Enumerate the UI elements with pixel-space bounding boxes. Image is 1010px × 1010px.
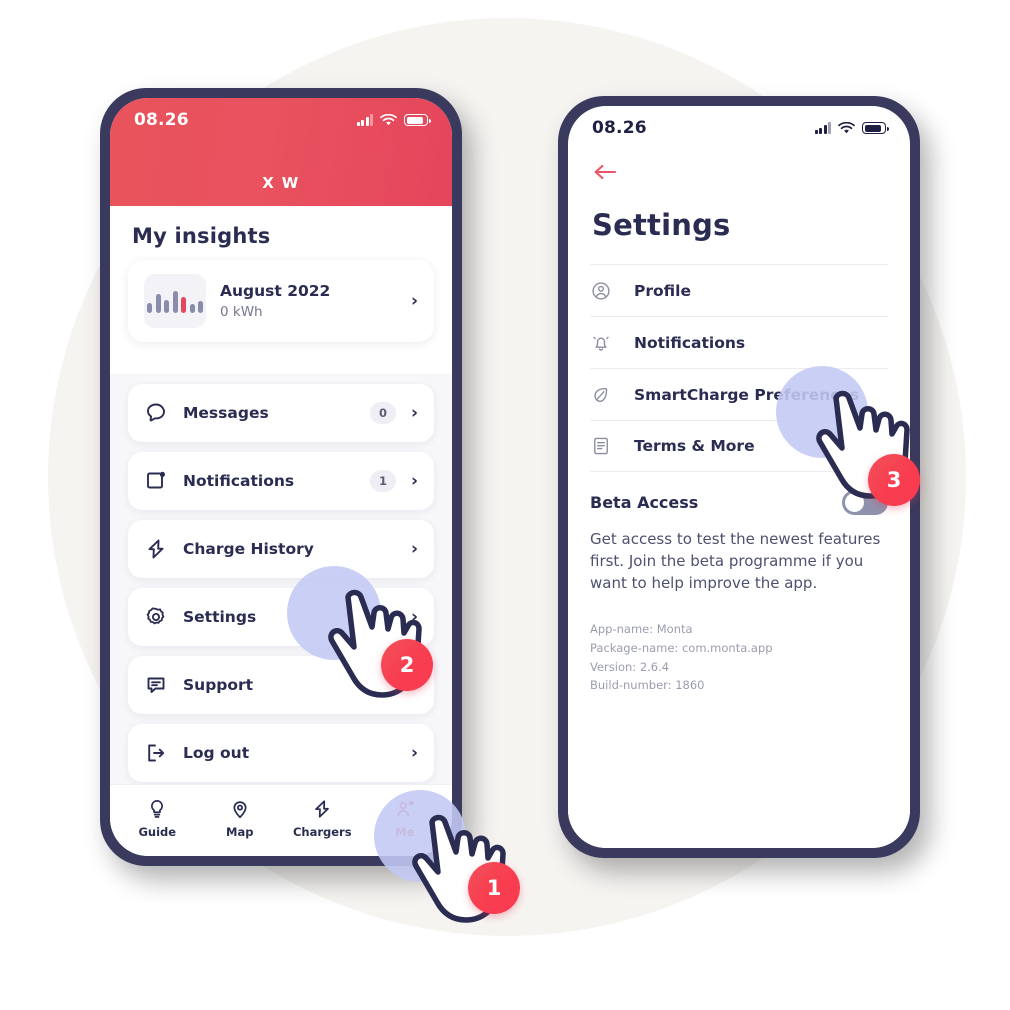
notification-icon: [147, 471, 165, 489]
menu-item-charge-history[interactable]: Charge History ›: [128, 520, 434, 578]
beta-access-label: Beta Access: [590, 493, 699, 512]
status-time: 08.26: [134, 110, 189, 130]
header-title: X W: [262, 174, 300, 192]
signal-bars-icon: [356, 114, 373, 126]
document-icon: [594, 437, 608, 455]
app-name: App-name: Monta: [590, 622, 693, 637]
main-menu-list: Messages 0 › Notifications 1 › Charge Hi…: [110, 374, 452, 782]
chevron-right-icon: ›: [410, 402, 418, 423]
gear-icon: [146, 607, 165, 625]
menu-item-badge: 1: [369, 470, 396, 492]
message-icon: [147, 403, 165, 422]
chevron-right-icon: ›: [410, 290, 418, 311]
chevron-right-icon: ›: [410, 538, 418, 559]
menu-item-label: Log out: [183, 744, 250, 762]
insights-section: August 2022 0 kWh ›: [110, 260, 452, 360]
menu-item-label: Notifications: [183, 472, 295, 490]
insight-card[interactable]: August 2022 0 kWh ›: [128, 260, 434, 342]
page-title: My insights: [110, 206, 452, 260]
menu-item-messages[interactable]: Messages 0 ›: [128, 384, 434, 442]
status-icons: [356, 113, 431, 127]
menu-item-badge: 0: [369, 402, 396, 424]
profile-icon: [592, 281, 610, 300]
tab-label: Guide: [138, 825, 177, 839]
status-bar-right: 08.26: [568, 106, 910, 146]
back-arrow-icon: [594, 164, 617, 180]
tab-guide[interactable]: Guide: [122, 798, 192, 839]
phone-left-screen: 08.26 X W My insights August 2022 0 kWh …: [110, 98, 452, 856]
settings-item-label: Profile: [634, 281, 691, 300]
step-badge-2: 2: [381, 639, 433, 691]
page-title: Settings: [592, 208, 731, 242]
settings-item-notifications[interactable]: Notifications: [590, 316, 888, 368]
package-name: Package-name: com.monta.app: [590, 640, 773, 655]
insight-texts: August 2022 0 kWh: [220, 282, 397, 320]
bulb-icon: [151, 800, 164, 818]
wifi-icon: [380, 113, 397, 125]
menu-item-notifications[interactable]: Notifications 1 ›: [128, 452, 434, 510]
support-icon: [147, 677, 165, 693]
wifi-icon: [838, 121, 855, 133]
section-divider: [110, 360, 452, 374]
step-badge-1: 1: [468, 862, 520, 914]
menu-item-label: Messages: [183, 404, 269, 422]
bolt-icon: [315, 800, 330, 818]
build-number: Build-number: 1860: [590, 678, 705, 693]
phone-left: 08.26 X W My insights August 2022 0 kWh …: [100, 88, 462, 866]
settings-item-label: Notifications: [634, 333, 746, 352]
pin-icon: [233, 801, 247, 819]
menu-item-label: Charge History: [183, 540, 314, 558]
logout-icon: [148, 744, 165, 762]
status-bar-left: 08.26: [110, 98, 452, 138]
battery-icon: [404, 114, 431, 126]
app-info-block: App-name: Monta Package-name: com.monta.…: [568, 594, 910, 695]
tab-label: Map: [226, 825, 254, 839]
settings-item-label: Terms & More: [634, 437, 755, 455]
menu-item-log-out[interactable]: Log out ›: [128, 724, 434, 782]
bell-icon: [593, 336, 609, 351]
battery-icon: [862, 122, 889, 134]
settings-item-profile[interactable]: Profile: [590, 264, 888, 316]
screenshot-stage: 08.26 X W My insights August 2022 0 kWh …: [0, 0, 1010, 1010]
tab-chargers[interactable]: Chargers: [287, 798, 357, 839]
step-badge-3: 3: [868, 454, 920, 506]
back-button[interactable]: [568, 146, 910, 192]
beta-access-description: Get access to test the newest features f…: [590, 530, 881, 592]
status-time: 08.26: [592, 118, 647, 138]
chevron-right-icon: ›: [410, 742, 418, 763]
bar-chart-icon: [144, 274, 206, 328]
tab-label: Chargers: [292, 825, 352, 839]
tab-map[interactable]: Map: [205, 798, 275, 839]
insight-title: August 2022: [220, 282, 331, 300]
chevron-right-icon: ›: [410, 470, 418, 491]
status-icons: [814, 121, 889, 135]
insight-subtitle: 0 kWh: [220, 304, 263, 320]
leaf-icon: [594, 387, 608, 402]
app-version: Version: 2.6.4: [590, 659, 670, 674]
signal-bars-icon: [814, 122, 831, 134]
bolt-icon: [148, 539, 164, 559]
